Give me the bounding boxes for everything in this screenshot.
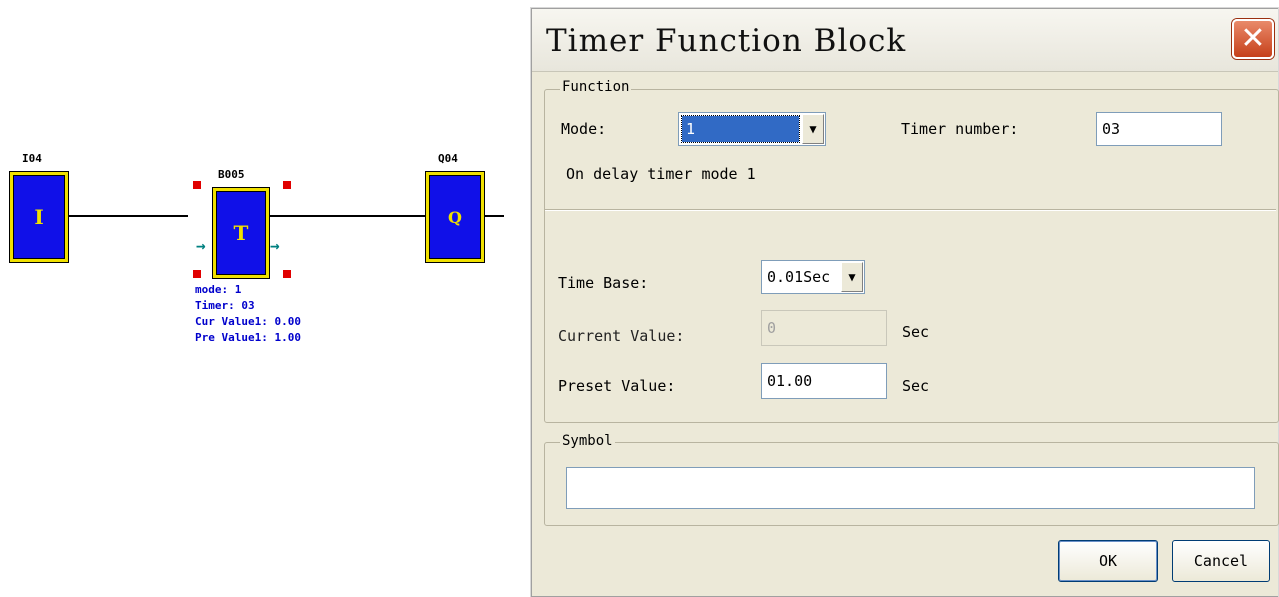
current-value-label: Current Value: xyxy=(558,327,685,345)
function-separator xyxy=(545,209,1276,211)
preset-value-unit: Sec xyxy=(902,377,930,395)
mode-description: On delay timer mode 1 xyxy=(566,165,756,183)
input-block-tag: I04 xyxy=(22,152,42,165)
arrow-right-icon: → xyxy=(270,236,280,255)
timer-preset-value-text: Pre Value1: 1.00 xyxy=(195,331,301,344)
ladder-canvas[interactable]: I04 I B005 T → → Q04 Q mode: 1 Timer: 03… xyxy=(0,0,530,595)
timer-info-panel: mode: 1 Timer: 03 Cur Value1: 0.00 Pre V… xyxy=(195,282,301,346)
preset-value-label: Preset Value: xyxy=(558,377,676,395)
ok-button[interactable]: OK xyxy=(1058,540,1158,582)
output-block[interactable]: Q xyxy=(426,172,484,262)
timer-number-label: Timer number: xyxy=(901,120,1019,138)
selection-handle-bottom-left[interactable] xyxy=(193,270,201,278)
time-base-select-value: 0.01Sec xyxy=(767,268,831,286)
timer-block-letter: T xyxy=(233,221,249,245)
chevron-down-icon[interactable]: ▼ xyxy=(841,262,863,292)
wire-timer-output xyxy=(268,215,428,217)
dialog-titlebar[interactable]: Timer Function Block ✕ xyxy=(532,9,1278,72)
time-base-label: Time Base: xyxy=(558,274,649,292)
timer-block[interactable]: T xyxy=(213,188,269,278)
input-block-letter: I xyxy=(34,205,44,229)
wire-output-right xyxy=(484,215,504,217)
timer-block-tag: B005 xyxy=(218,168,245,181)
chevron-down-icon[interactable]: ▼ xyxy=(802,114,824,144)
selection-handle-top-left[interactable] xyxy=(193,181,201,189)
output-block-tag: Q04 xyxy=(438,152,458,165)
timer-current-value-text: Cur Value1: 0.00 xyxy=(195,315,301,328)
current-value-unit: Sec xyxy=(902,323,930,341)
close-button[interactable]: ✕ xyxy=(1232,19,1274,59)
arrow-right-icon: → xyxy=(196,236,206,255)
timer-number-input[interactable]: 03 xyxy=(1096,112,1222,146)
time-base-select[interactable]: 0.01Sec ▼ xyxy=(761,260,865,294)
mode-select-value: 1 xyxy=(681,115,800,143)
cancel-button[interactable]: Cancel xyxy=(1172,540,1270,582)
timer-number-text: Timer: 03 xyxy=(195,299,255,312)
timer-function-block-dialog: Timer Function Block ✕ Function Mode: 1 … xyxy=(531,8,1279,597)
current-value-input: 0 xyxy=(761,310,887,346)
mode-select[interactable]: 1 ▼ xyxy=(678,112,826,146)
timer-mode-text: mode: 1 xyxy=(195,283,242,296)
close-icon: ✕ xyxy=(1240,21,1266,56)
selection-handle-top-right[interactable] xyxy=(283,181,291,189)
preset-value-input[interactable]: 01.00 xyxy=(761,363,887,399)
function-group-label: Function xyxy=(560,79,632,95)
symbol-group-label: Symbol xyxy=(560,433,615,449)
mode-label: Mode: xyxy=(561,120,607,138)
dialog-title: Timer Function Block xyxy=(546,23,907,59)
input-block[interactable]: I xyxy=(10,172,68,262)
selection-handle-bottom-right[interactable] xyxy=(283,270,291,278)
symbol-input[interactable] xyxy=(566,467,1255,509)
wire-input-timer xyxy=(68,215,188,217)
output-block-letter: Q xyxy=(448,207,462,227)
